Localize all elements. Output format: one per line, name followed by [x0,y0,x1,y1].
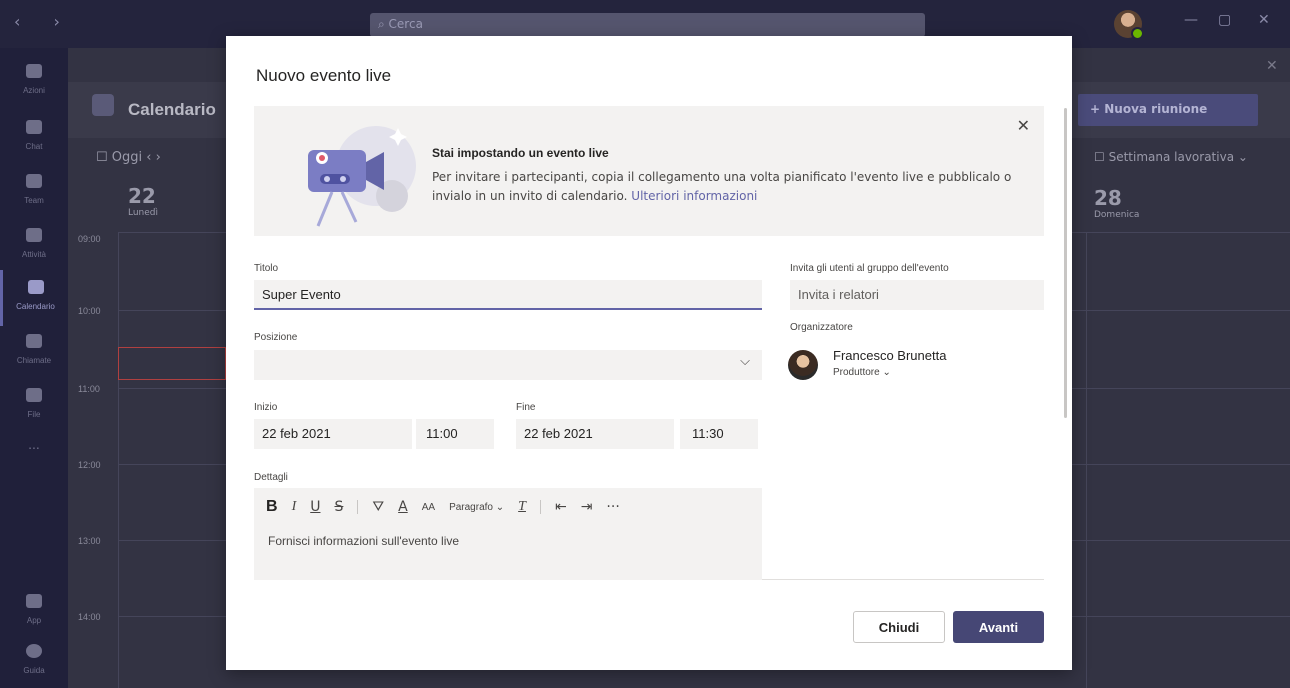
user-avatar[interactable] [1114,10,1144,40]
banner-heading: Stai impostando un evento live [432,146,609,160]
formatting-toolbar: B I U S ⛛ A AA Paragrafo ⌄ T ⇤ ⇥ ··· [266,498,620,516]
organizer-role-dropdown[interactable]: Produttore ⌄ [833,367,891,378]
title-label: Titolo [254,263,279,274]
day-header-monday[interactable]: 22 Lunedì [128,184,158,218]
info-banner: ✕ Stai impostando un evento live Per inv… [254,106,1044,236]
rail-item-azioni[interactable]: Azioni [0,54,68,110]
toolbar-separator [357,500,359,514]
font-size-icon[interactable]: AA [422,502,435,513]
banner-text: Per invitare i partecipanti, copia il co… [432,170,1012,203]
search-input[interactable]: ⌕ Cerca [370,13,925,37]
calendar-header-icon [92,94,114,116]
grid-column-line [118,232,119,688]
search-placeholder: Cerca [388,17,423,31]
strikethrough-icon[interactable]: S [334,499,343,515]
chevron-down-icon: ⌵ [740,353,750,368]
rail-item-chat[interactable]: Chat [0,110,68,166]
title-field[interactable]: Super Evento [254,280,762,310]
invite-label: Invita gli utenti al gruppo dell'evento [790,263,949,274]
hour-label: 12:00 [78,460,101,470]
location-dropdown[interactable]: ⌵ [254,350,762,380]
bell-icon [26,64,42,78]
today-button[interactable]: ☐ Oggi ‹ › [96,150,161,165]
toolbar-separator [539,500,541,514]
invite-presenters-field[interactable]: Invita i relatori [790,280,1044,310]
end-date-field[interactable]: 22 feb 2021 [516,419,674,449]
start-label: Inizio [254,402,278,413]
minimize-icon[interactable]: — [1184,12,1198,28]
new-meeting-button[interactable]: + Nuova riunione [1078,94,1258,126]
grid-column-line [1086,232,1087,688]
new-live-event-dialog: Nuovo evento live ✕ Stai impostando un e… [226,36,1072,670]
hour-label: 09:00 [78,234,101,244]
chat-icon [26,120,42,134]
more-options-icon[interactable]: ··· [606,499,619,515]
rail-item-more[interactable]: ... [0,436,68,492]
apps-icon [26,594,42,608]
maximize-icon[interactable]: ▢ [1218,12,1231,28]
hour-label: 10:00 [78,306,101,316]
organizer-name: Francesco Brunetta [833,348,947,363]
details-editor[interactable]: B I U S ⛛ A AA Paragrafo ⌄ T ⇤ ⇥ ··· For… [254,488,762,580]
close-banner-icon[interactable]: ✕ [1017,116,1030,135]
calendar-title: Calendario [128,100,216,119]
location-label: Posizione [254,332,298,343]
bold-icon[interactable]: B [266,498,278,516]
rail-item-attivita[interactable]: Attività [0,218,68,274]
rail-item-calendario[interactable]: Calendario [0,270,68,326]
history-arrows[interactable]: ‹ › [14,12,74,31]
rail-item-guida[interactable]: Guida [0,634,68,688]
increase-indent-icon[interactable]: ⇥ [581,499,593,515]
font-color-icon[interactable]: A [398,499,408,515]
rail-item-chiamate[interactable]: Chiamate [0,324,68,380]
more-icon: ... [28,436,40,452]
dialog-title: Nuovo evento live [256,66,392,85]
next-button[interactable]: Avanti [953,611,1044,643]
calendar-icon [27,280,44,294]
help-icon [26,644,42,658]
hour-label: 13:00 [78,536,101,546]
selected-time-slot[interactable] [118,347,226,380]
day-header-sunday[interactable]: 28 Domenica [1094,186,1139,220]
organizer-label: Organizzatore [790,322,853,333]
app-rail: Azioni Chat Team Attività Calendario Chi… [0,48,68,688]
dialog-scrollbar[interactable] [1064,108,1067,418]
underline-icon[interactable]: U [310,499,320,515]
view-selector[interactable]: ☐ Settimana lavorativa ⌄ [1094,150,1248,164]
camera-illustration-icon [308,126,416,227]
end-time-field[interactable]: 11:30 [680,419,758,449]
hour-label: 14:00 [78,612,101,622]
chevron-down-icon: ⌄ [882,367,891,378]
activity-icon [26,228,42,242]
divider [762,579,1044,580]
rail-item-file[interactable]: File [0,378,68,434]
rail-item-team[interactable]: Team [0,164,68,220]
details-label: Dettagli [254,472,288,483]
end-label: Fine [516,402,536,413]
highlight-icon[interactable]: ⛛ [372,499,384,515]
close-window-icon[interactable]: ✕ [1258,12,1270,28]
decrease-indent-icon[interactable]: ⇤ [555,499,567,515]
phone-icon [26,334,42,348]
start-date-field[interactable]: 22 feb 2021 [254,419,412,449]
learn-more-link[interactable]: Ulteriori informazioni [631,189,757,203]
file-icon [26,388,42,402]
close-button[interactable]: Chiudi [853,611,945,643]
paragraph-dropdown[interactable]: Paragrafo ⌄ [449,502,504,513]
start-time-field[interactable]: 11:00 [416,419,494,449]
organizer-avatar [788,350,818,380]
italic-icon[interactable]: I [292,499,297,515]
rail-item-app[interactable]: App [0,584,68,640]
close-pane-icon[interactable]: ✕ [1266,58,1278,74]
clear-format-icon[interactable]: T [518,499,526,515]
hour-label: 11:00 [78,384,100,394]
details-placeholder: Fornisci informazioni sull'evento live [268,534,460,548]
team-icon [26,174,42,188]
